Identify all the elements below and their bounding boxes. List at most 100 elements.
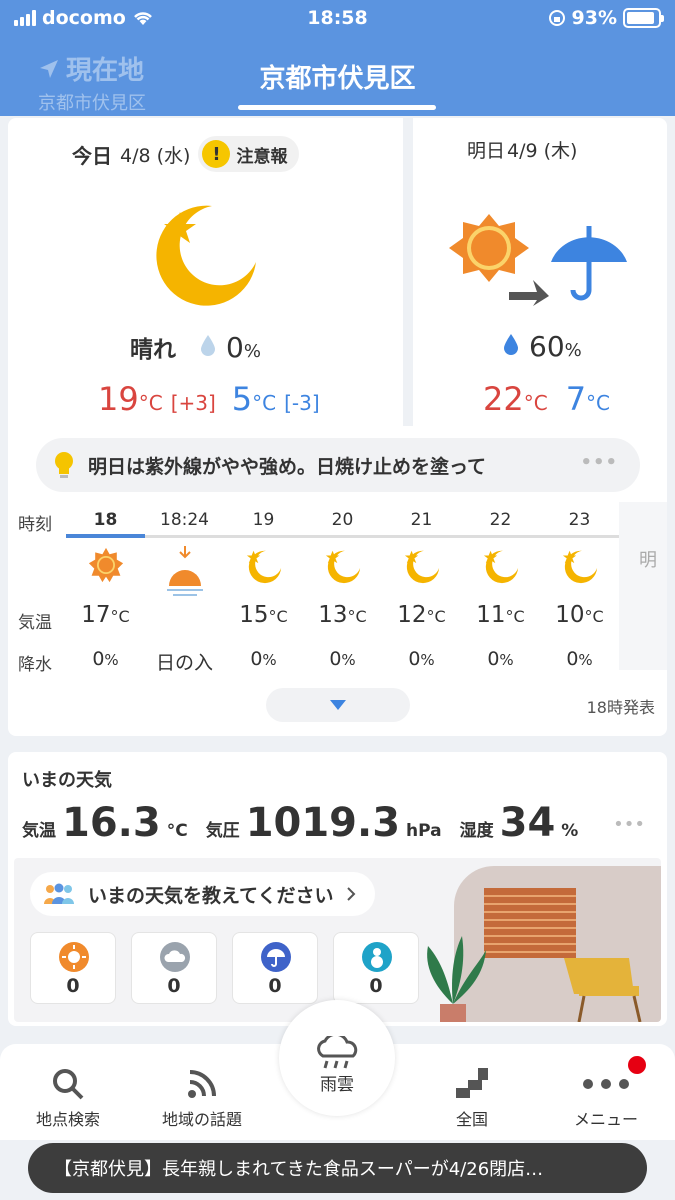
today-high-diff: [+3] bbox=[170, 391, 216, 415]
row-label-rain: 降水 bbox=[18, 655, 52, 675]
today-weather-desc: 晴れ bbox=[130, 337, 176, 363]
uv-tip-banner[interactable]: 明日は紫外線がやや強め。日焼け止めを塗って ••• bbox=[36, 438, 640, 492]
moon-icon bbox=[562, 550, 597, 584]
location-title[interactable]: 京都市伏見区 bbox=[0, 58, 675, 95]
today-low: 5 bbox=[231, 380, 253, 418]
row-label-time: 時刻 bbox=[18, 515, 52, 535]
tomorrow-high: 22 bbox=[483, 380, 524, 418]
hour-weather bbox=[303, 547, 382, 587]
hour-weather bbox=[145, 542, 224, 596]
moon-icon bbox=[246, 550, 281, 584]
tab-search-label: 地点検索 bbox=[35, 1110, 100, 1129]
issued-time: 18時発表 bbox=[586, 698, 655, 717]
hour-weather bbox=[382, 547, 461, 587]
hour-temp: 15°C bbox=[239, 602, 288, 628]
tab-topics[interactable]: 地域の話題 bbox=[142, 1062, 262, 1130]
weather-vote-sun[interactable]: 0 bbox=[30, 932, 116, 1004]
next-day-peek[interactable]: 明 bbox=[619, 502, 667, 670]
tomorrow-forecast[interactable]: 明日 4/9 (木) 60% 22°C 7°C bbox=[413, 118, 667, 418]
hour-column: 20 13°C 0% bbox=[303, 502, 382, 670]
next-day-label: 明 bbox=[639, 550, 657, 571]
weather-vote-snowman[interactable]: 0 bbox=[333, 932, 419, 1004]
cloud-icon bbox=[159, 941, 191, 973]
sun-icon bbox=[58, 941, 90, 973]
report-weather-button[interactable]: いまの天気を教えてください bbox=[30, 872, 376, 916]
forecast-card: 今日 4/8 (水) ! 注意報 晴れ 0% 19°C [+3] 5°C [-3… bbox=[8, 118, 667, 736]
hour-rain: 0% bbox=[408, 648, 435, 670]
expand-hourly-button[interactable] bbox=[266, 688, 410, 722]
today-low-diff: [-3] bbox=[284, 391, 320, 415]
battery-icon bbox=[623, 8, 664, 28]
hour-rain: 0% bbox=[566, 648, 593, 670]
day-divider bbox=[403, 118, 413, 426]
hour-time: 22 bbox=[489, 510, 512, 530]
hour-column: 23 10°C 0% bbox=[540, 502, 619, 670]
today-date: 4/8 (水) bbox=[120, 144, 191, 167]
notification-badge bbox=[628, 1056, 646, 1074]
moon-icon bbox=[483, 550, 518, 584]
current-more-icon[interactable]: ••• bbox=[613, 814, 645, 835]
temp-unit: °C bbox=[586, 391, 611, 415]
tab-menu[interactable]: メニュー bbox=[546, 1062, 666, 1130]
active-location-indicator bbox=[238, 105, 436, 110]
chevron-right-icon bbox=[347, 887, 356, 901]
moon-icon bbox=[404, 550, 439, 584]
hour-temp: 12°C bbox=[397, 602, 446, 628]
more-dots-icon bbox=[583, 1079, 629, 1089]
vote-count: 0 bbox=[369, 975, 383, 997]
warning-icon: ! bbox=[202, 140, 231, 168]
search-icon bbox=[53, 1069, 84, 1100]
today-forecast[interactable]: 今日 4/8 (水) ! 注意報 晴れ 0% 19°C [+3] 5°C [-3… bbox=[8, 118, 403, 418]
hour-time: 18:24 bbox=[160, 510, 209, 530]
hour-temp: 10°C bbox=[555, 602, 604, 628]
lightbulb-icon bbox=[55, 452, 73, 478]
tab-search[interactable]: 地点検索 bbox=[8, 1062, 128, 1130]
current-pressure: 1019.3 bbox=[245, 800, 401, 846]
hour-column: 22 11°C 0% bbox=[461, 502, 540, 670]
weather-vote-cloud[interactable]: 0 bbox=[131, 932, 217, 1004]
weather-report-panel: いまの天気を教えてください 0 0 0 0 bbox=[14, 858, 661, 1022]
current-temp: 16.3 bbox=[62, 800, 161, 846]
hour-time: 19 bbox=[252, 510, 275, 530]
japan-map-icon bbox=[456, 1068, 488, 1098]
moon-icon bbox=[325, 550, 360, 584]
location-header: 現在地 京都市伏見区 京都市伏見区 bbox=[0, 38, 675, 116]
hour-time: 18 bbox=[93, 510, 118, 530]
current-conditions: 気温 16.3 °C 気圧 1019.3 hPa 湿度 34 % bbox=[22, 800, 590, 846]
tomorrow-date: 4/9 (木) bbox=[507, 140, 578, 162]
advisory-label: 注意報 bbox=[236, 146, 288, 167]
vote-count: 0 bbox=[167, 975, 181, 997]
tomorrow-rain-chance: 60 bbox=[529, 330, 565, 363]
weather-vote-rain-umbrella[interactable]: 0 bbox=[232, 932, 318, 1004]
hour-rain: 0% bbox=[329, 648, 356, 670]
temp-label: 気温 bbox=[22, 821, 56, 841]
hour-rain: 0% bbox=[92, 648, 119, 670]
advisory-badge[interactable]: ! 注意報 bbox=[198, 136, 300, 172]
triangle-down-icon bbox=[330, 700, 346, 710]
today-high: 19 bbox=[98, 380, 139, 418]
temp-unit: °C bbox=[166, 821, 188, 841]
pct-unit: % bbox=[243, 340, 261, 362]
hour-time: 20 bbox=[331, 510, 354, 530]
rain-radar-button[interactable]: 雨雲 bbox=[279, 1000, 395, 1116]
hour-rain: 0% bbox=[250, 648, 277, 670]
news-ticker[interactable]: 【京都伏見】長年親しまれてきた食品スーパーが4/26閉店… bbox=[28, 1143, 647, 1193]
hour-time: 21 bbox=[410, 510, 433, 530]
pct-unit: % bbox=[564, 340, 582, 361]
tab-national[interactable]: 全国 bbox=[412, 1062, 532, 1130]
hour-rain: 0% bbox=[487, 648, 514, 670]
hourly-forecast[interactable]: 時刻 気温 降水 18 17°C 0% 18:24 日の入 19 15°C 0% 20 13°C 0… bbox=[8, 502, 667, 675]
snowman-icon bbox=[361, 941, 393, 973]
tomorrow-label: 明日 bbox=[467, 140, 506, 162]
tip-more-icon[interactable]: ••• bbox=[580, 452, 618, 473]
today-rain-chance: 0 bbox=[226, 330, 244, 364]
sunset-icon bbox=[166, 546, 203, 596]
hour-weather bbox=[224, 547, 303, 587]
temp-unit: °C bbox=[252, 391, 277, 415]
today-label: 今日 bbox=[72, 143, 112, 168]
people-icon bbox=[44, 883, 74, 904]
hour-rain: 日の入 bbox=[155, 652, 213, 674]
rss-icon bbox=[188, 1070, 216, 1098]
row-label-temp: 気温 bbox=[18, 613, 52, 633]
hour-temp: 13°C bbox=[318, 602, 367, 628]
